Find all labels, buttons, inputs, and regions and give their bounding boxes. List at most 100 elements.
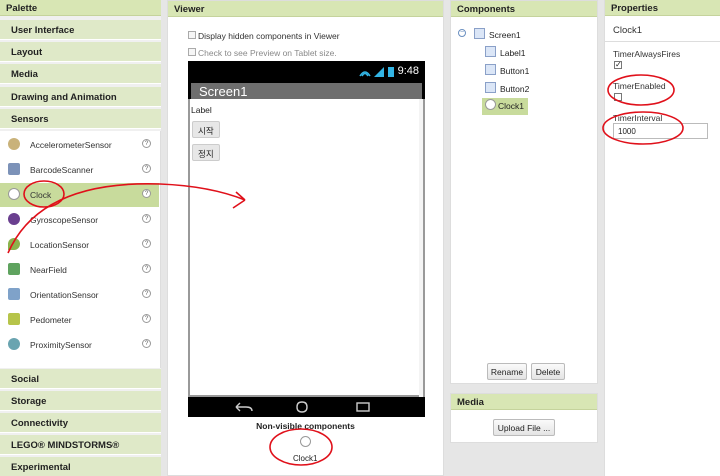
status-bar: 9:48 [188,61,425,83]
palette-title: Palette [0,0,161,16]
hidden-components-label: Display hidden components in Viewer [198,31,340,41]
media-panel: Media Upload File ... [450,393,598,443]
screen-title-bar: Screen1 [191,83,422,99]
accelerometer-icon [8,138,20,150]
clock-icon [8,188,20,200]
label1-preview[interactable]: Label [191,105,212,115]
gyroscope-icon [8,213,20,225]
palette-item-label: LocationSensor [30,240,90,250]
properties-title: Properties [605,0,720,16]
location-icon [8,238,20,250]
palette-item-label: BarcodeScanner [30,165,94,175]
tablet-preview-label: Check to see Preview on Tablet size. [198,48,337,58]
android-nav-bar [188,397,425,417]
proximity-icon [8,338,20,350]
timer-always-fires-label: TimerAlwaysFires [613,49,681,59]
label-icon [485,46,496,57]
button-icon [485,82,496,93]
palette-category-user-interface[interactable]: User Interface [0,20,161,40]
button2-preview[interactable]: 정지 [192,144,220,161]
nonvisible-components-title: Non-visible components [256,421,355,431]
palette-item-label: Pedometer [30,315,72,325]
palette-item-location[interactable]: LocationSensor ? [0,233,159,257]
palette-category-lego[interactable]: LEGO® MINDSTORMS® [0,435,161,455]
hidden-components-checkbox[interactable] [188,31,196,39]
palette-category-social[interactable]: Social [0,369,161,389]
help-icon[interactable]: ? [142,164,151,173]
rename-button[interactable]: Rename [487,363,527,380]
components-title: Components [451,1,597,17]
components-panel: Components − Screen1 Label1 Button1 Butt… [450,0,598,384]
nonvisible-clock1[interactable]: Clock1 [293,435,319,463]
timer-enabled-checkbox[interactable] [614,93,622,101]
palette-category-sensors[interactable]: Sensors [0,109,161,129]
palette-item-gyroscope[interactable]: GyroscopeSensor ? [0,208,159,232]
signal-wifi-battery-icon [359,67,394,77]
clock-icon [300,436,311,447]
nav-buttons-icon [235,401,370,413]
palette-panel: Palette User Interface Layout Media Draw… [0,0,161,476]
timer-interval-input[interactable]: 1000 [613,123,708,139]
help-icon[interactable]: ? [142,189,151,198]
phone-preview: 9:48 Screen1 Label 시작 정지 [188,61,425,417]
palette-item-orientation[interactable]: OrientationSensor ? [0,283,159,307]
palette-item-pedometer[interactable]: Pedometer ? [0,308,159,332]
timer-interval-label: TimerInterval [613,113,663,123]
palette-category-media[interactable]: Media [0,64,161,84]
collapse-icon[interactable]: − [458,29,466,37]
clock-icon [485,99,496,110]
tree-clock1[interactable]: Clock1 [482,98,528,115]
help-icon[interactable]: ? [142,139,151,148]
palette-category-drawing-animation[interactable]: Drawing and Animation [0,87,161,107]
palette-item-accelerometer[interactable]: AccelerometerSensor ? [0,133,159,157]
orientation-icon [8,288,20,300]
properties-panel: Properties Clock1 TimerAlwaysFires ✓ Tim… [604,0,720,476]
pedometer-icon [8,313,20,325]
status-time: 9:48 [397,65,419,77]
palette-item-label: Clock [30,190,52,200]
upload-file-button[interactable]: Upload File ... [493,419,555,436]
timer-enabled-label: TimerEnabled [613,81,666,91]
timer-always-fires-checkbox[interactable]: ✓ [614,61,622,69]
palette-item-barcode[interactable]: BarcodeScanner ? [0,158,159,182]
tree-label: Button2 [500,84,530,94]
help-icon[interactable]: ? [142,289,151,298]
button1-preview[interactable]: 시작 [192,121,220,138]
palette-item-label: OrientationSensor [30,290,99,300]
palette-item-clock[interactable]: Clock ? [0,183,159,207]
nearfield-icon [8,263,20,275]
selected-component-name: Clock1 [613,25,643,36]
palette-item-proximity[interactable]: ProximitySensor ? [0,333,159,357]
help-icon[interactable]: ? [142,239,151,248]
sensor-list: AccelerometerSensor ? BarcodeScanner ? C… [0,131,161,368]
screen-canvas[interactable]: Label 시작 정지 [188,99,425,397]
delete-button[interactable]: Delete [531,363,565,380]
help-icon[interactable]: ? [142,264,151,273]
palette-category-layout[interactable]: Layout [0,42,161,62]
help-icon[interactable]: ? [142,214,151,223]
viewer-title: Viewer [168,1,443,17]
media-title: Media [451,394,597,410]
nonvisible-clock1-label: Clock1 [293,454,318,463]
palette-item-label: NearField [30,265,67,275]
tree-label: Clock1 [498,101,524,111]
palette-item-label: AccelerometerSensor [30,140,112,150]
tree-label: Screen1 [489,30,521,40]
palette-item-label: GyroscopeSensor [30,215,99,225]
divider [605,41,720,42]
tree-label: Button1 [500,66,530,76]
palette-category-connectivity[interactable]: Connectivity [0,413,161,433]
help-icon[interactable]: ? [142,339,151,348]
tree-label: Label1 [500,48,526,58]
barcode-icon [8,163,20,175]
tablet-preview-checkbox[interactable] [188,48,196,56]
palette-category-experimental[interactable]: Experimental [0,457,161,476]
help-icon[interactable]: ? [142,314,151,323]
palette-item-label: ProximitySensor [30,340,92,350]
screen-icon [474,28,485,39]
viewer-panel: Viewer Display hidden components in View… [167,0,444,476]
palette-category-storage[interactable]: Storage [0,391,161,411]
screen-scrollbar[interactable] [419,99,423,397]
palette-item-nearfield[interactable]: NearField ? [0,258,159,282]
button-icon [485,64,496,75]
